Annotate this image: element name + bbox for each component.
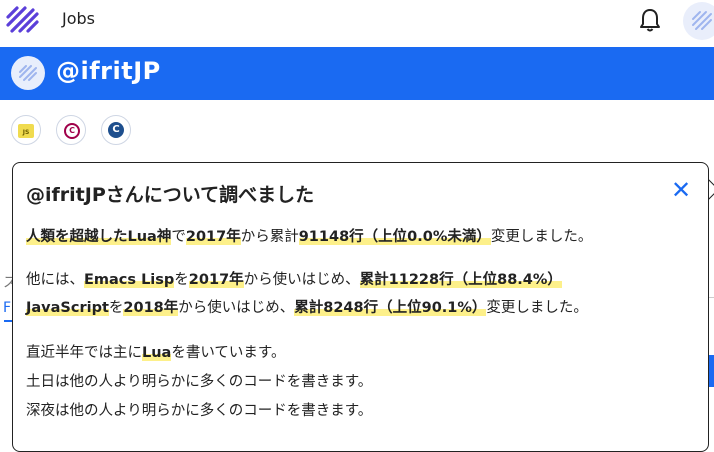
rank-title: 人類を超越したLua神 <box>26 229 172 245</box>
start-year: 2018年 <box>123 300 179 316</box>
total-lines: 累計8248行（上位90.1%） <box>294 300 487 316</box>
text: から使いはじめ、 <box>243 272 360 288</box>
app-logo-icon[interactable] <box>6 5 42 35</box>
user-avatar-menu[interactable] <box>683 2 714 40</box>
nav-jobs-link[interactable]: Jobs <box>62 9 95 28</box>
text: 他には、 <box>26 272 84 288</box>
javascript-badge-glyph: JS <box>18 124 34 138</box>
summary-line-main: 人類を超越したLua神で2017年から累計91148行（上位0.0%未満）変更し… <box>26 225 592 246</box>
top-bar: Jobs <box>0 0 714 47</box>
background-tab-fragment[interactable]: F <box>3 300 11 316</box>
bell-icon[interactable] <box>638 7 662 33</box>
avatar[interactable] <box>11 56 45 90</box>
text: で <box>171 229 186 245</box>
profile-header: @ifritJP <box>0 47 714 100</box>
start-year: 2017年 <box>185 229 241 245</box>
text: 直近半年では主に <box>26 345 142 361</box>
c-badge-glyph: C <box>108 122 124 138</box>
profile-username: @ifritJP <box>56 57 161 85</box>
popover-title: @ifritJPさんについて調べました <box>26 184 315 206</box>
c-icon[interactable]: C <box>101 115 131 145</box>
summary-line-weekend: 土日は他の人より明らかに多くのコードを書きます。 <box>26 374 373 390</box>
start-year: 2017年 <box>188 272 244 288</box>
text: から使いはじめ、 <box>178 300 295 316</box>
language-name: Emacs Lisp <box>84 272 175 288</box>
text: 変更しました。 <box>486 300 588 316</box>
summary-line-recent: 直近半年では主にLuaを書いています。 <box>26 341 285 362</box>
background-tab-underline <box>4 320 12 322</box>
close-icon[interactable]: ✕ <box>669 178 693 203</box>
text: から累計 <box>240 229 299 245</box>
javascript-icon[interactable]: JS <box>11 115 41 145</box>
user-summary-popover: @ifritJPさんについて調べました ✕ 人類を超越したLua神で2017年か… <box>12 162 709 452</box>
text: を <box>108 300 124 316</box>
summary-line-javascript: JavaScriptを2018年から使いはじめ、累計8248行（上位90.1%）… <box>26 296 588 317</box>
text: 変更しました。 <box>490 229 593 245</box>
language-name: JavaScript <box>26 300 109 316</box>
language-name: Lua <box>142 345 172 361</box>
text: を書いています。 <box>171 345 286 361</box>
cpp-icon[interactable]: C <box>56 115 86 145</box>
summary-line-latenight: 深夜は他の人より明らかに多くのコードを書きます。 <box>26 403 373 419</box>
total-lines: 累計11228行（上位88.4%） <box>359 272 562 288</box>
text: を <box>174 272 189 288</box>
total-lines: 91148行（上位0.0%未満） <box>298 229 491 245</box>
cpp-badge-glyph: C <box>64 123 80 139</box>
summary-line-lisp: 他には、Emacs Lispを2017年から使いはじめ、累計11228行（上位8… <box>26 268 562 289</box>
